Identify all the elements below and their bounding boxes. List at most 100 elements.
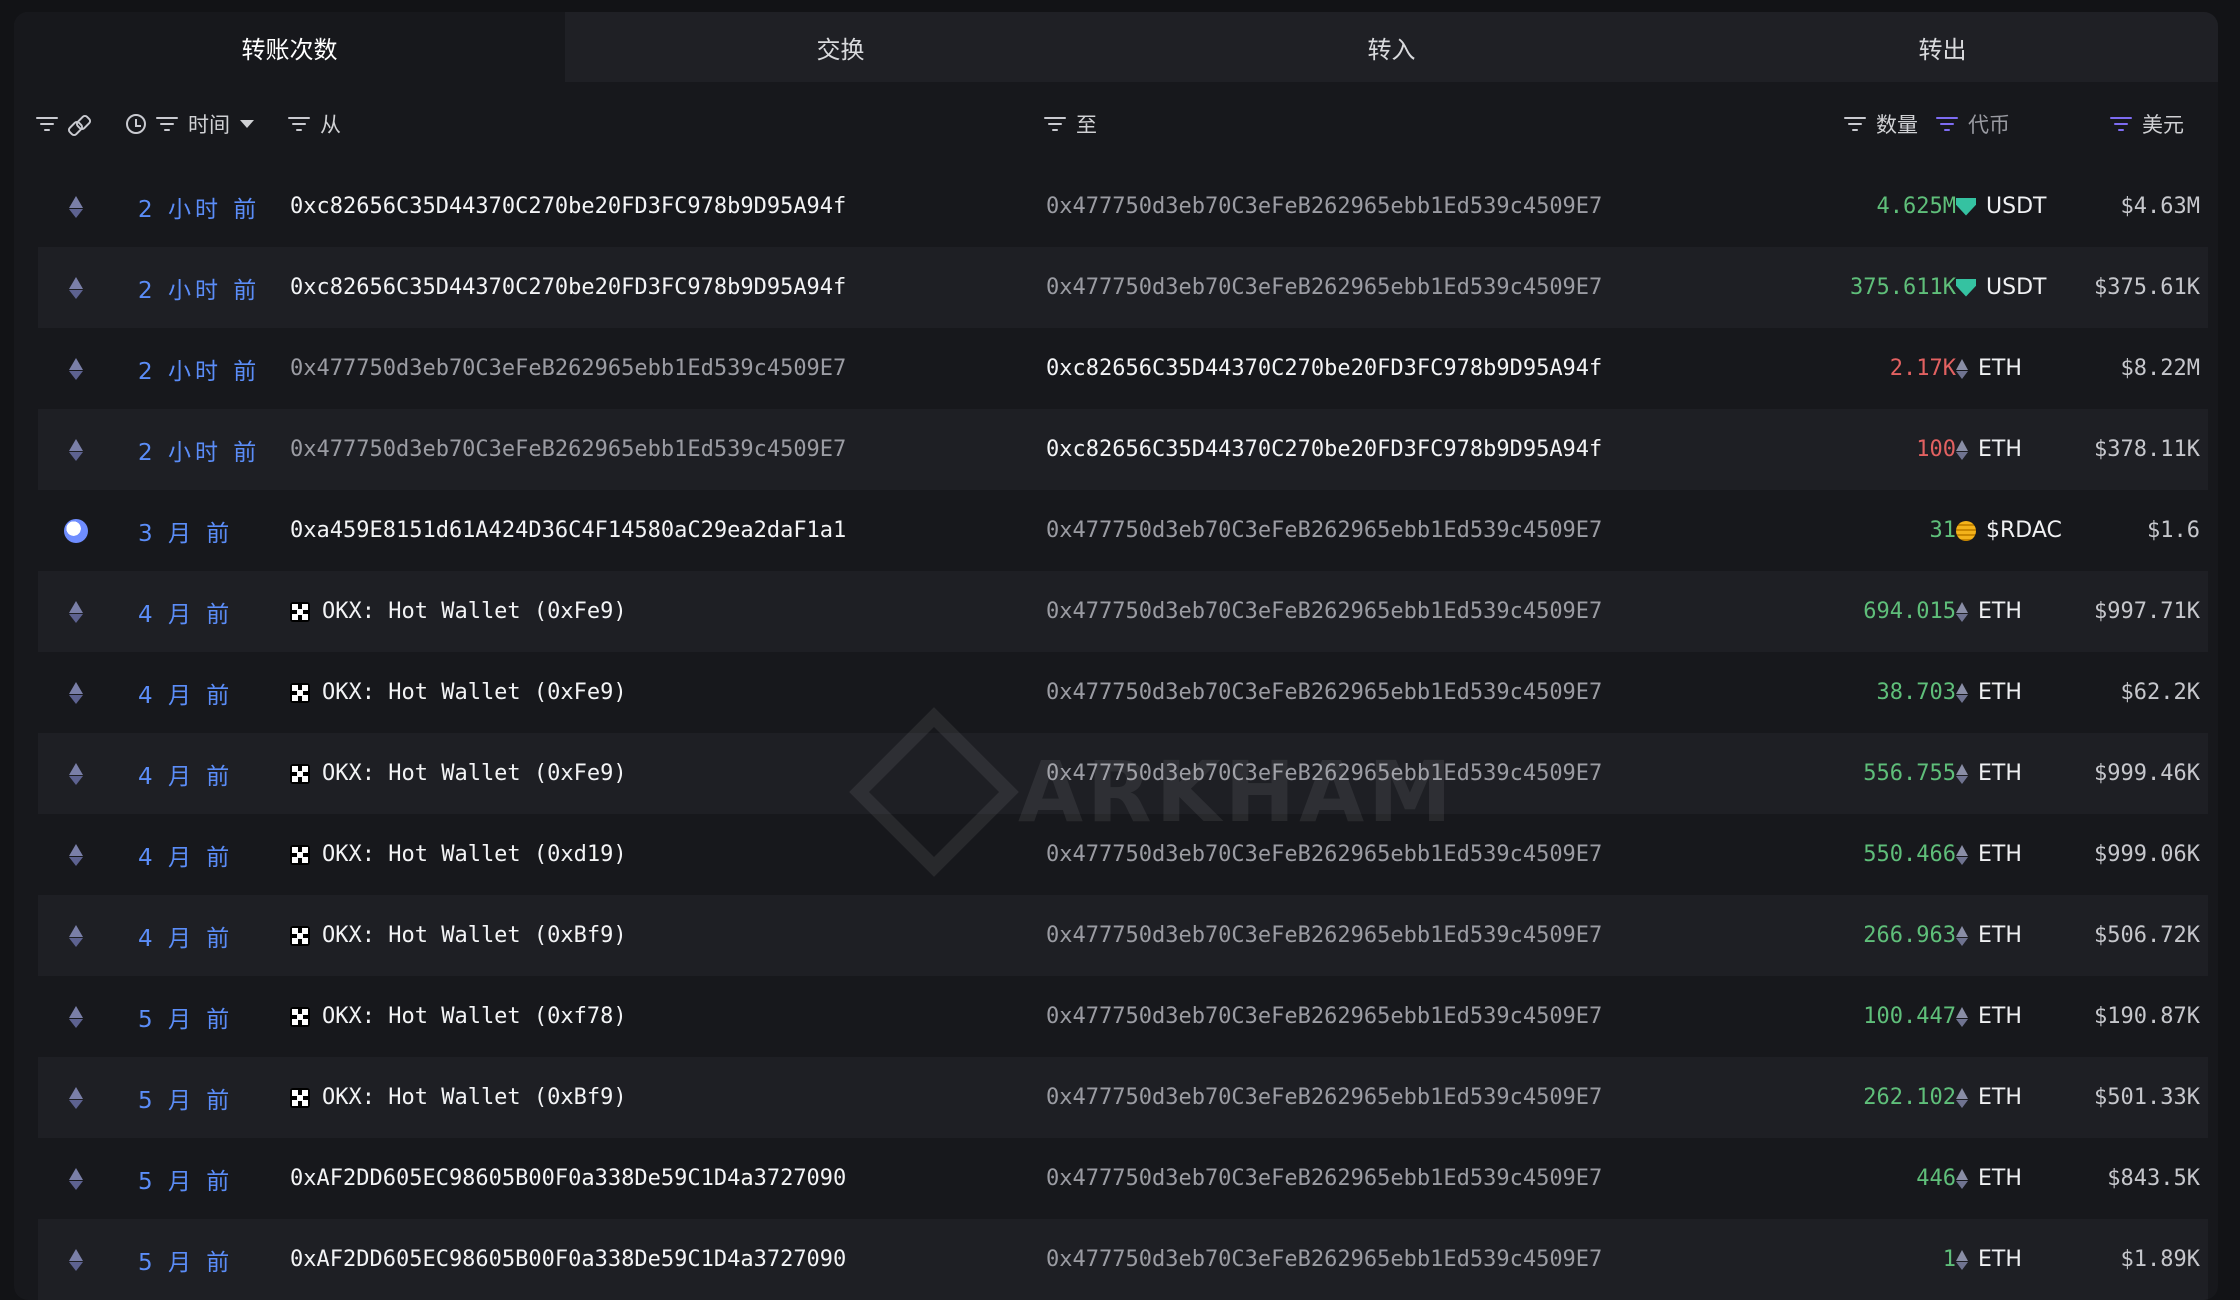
token-cell[interactable]: ETH — [1956, 976, 2022, 1057]
from-address-text[interactable]: 0x477750d3eb70C3eFeB262965ebb1Ed539c4509… — [290, 437, 846, 462]
time-link[interactable]: 4 月 前 — [138, 733, 233, 814]
from-address[interactable]: 0xAF2DD605EC98605B00F0a338De59C1D4a37270… — [290, 1219, 846, 1300]
table-row[interactable]: 5 月 前 OKX: Hot Wallet (0xBf9) 0x477750d3eb… — [38, 1057, 2208, 1138]
token-cell[interactable]: ETH — [1956, 733, 2022, 814]
token-cell[interactable]: ETH — [1956, 571, 2022, 652]
time-link[interactable]: 4 月 前 — [138, 571, 233, 652]
to-address[interactable]: 0x477750d3eb70C3eFeB262965ebb1Ed539c4509… — [1046, 1138, 1602, 1219]
tab-swaps[interactable]: 交换 — [565, 12, 1116, 82]
to-address-text[interactable]: 0x477750d3eb70C3eFeB262965ebb1Ed539c4509… — [1046, 842, 1602, 867]
filter-icon[interactable] — [288, 117, 310, 131]
time-link[interactable]: 2 小时 前 — [138, 328, 260, 409]
token-symbol[interactable]: ETH — [1978, 1247, 2022, 1272]
time-header-label[interactable]: 时间 — [188, 109, 230, 139]
token-cell[interactable]: ETH — [1956, 409, 2022, 490]
from-address[interactable]: 0xAF2DD605EC98605B00F0a338De59C1D4a37270… — [290, 1138, 846, 1219]
from-address[interactable]: 0x477750d3eb70C3eFeB262965ebb1Ed539c4509… — [290, 409, 846, 490]
to-address-text[interactable]: 0xc82656C35D44370C270be20FD3FC978b9D95A9… — [1046, 437, 1602, 462]
to-address[interactable]: 0xc82656C35D44370C270be20FD3FC978b9D95A9… — [1046, 409, 1602, 490]
clock-icon[interactable] — [126, 114, 146, 134]
from-address[interactable]: 0x477750d3eb70C3eFeB262965ebb1Ed539c4509… — [290, 328, 846, 409]
to-address-text[interactable]: 0x477750d3eb70C3eFeB262965ebb1Ed539c4509… — [1046, 194, 1602, 219]
from-address[interactable]: OKX: Hot Wallet (0xFe9) — [290, 571, 627, 652]
tab-outflow[interactable]: 转出 — [1667, 12, 2218, 82]
table-row[interactable]: 3 月 前 0xa459E8151d61A424D36C4F14580aC29ea… — [38, 490, 2208, 571]
from-address[interactable]: 0xc82656C35D44370C270be20FD3FC978b9D95A9… — [290, 166, 846, 247]
from-address-text[interactable]: OKX: Hot Wallet (0xFe9) — [322, 761, 627, 786]
from-address-text[interactable]: 0xAF2DD605EC98605B00F0a338De59C1D4a37270… — [290, 1166, 846, 1191]
to-address-text[interactable]: 0x477750d3eb70C3eFeB262965ebb1Ed539c4509… — [1046, 761, 1602, 786]
table-row[interactable]: 4 月 前 OKX: Hot Wallet (0xFe9) 0x477750d3eb… — [38, 733, 2208, 814]
to-address-text[interactable]: 0x477750d3eb70C3eFeB262965ebb1Ed539c4509… — [1046, 1085, 1602, 1110]
filter-active-icon[interactable] — [1936, 117, 1958, 131]
time-link[interactable]: 3 月 前 — [138, 490, 233, 571]
to-address-text[interactable]: 0x477750d3eb70C3eFeB262965ebb1Ed539c4509… — [1046, 599, 1602, 624]
time-link[interactable]: 4 月 前 — [138, 814, 233, 895]
to-address[interactable]: 0x477750d3eb70C3eFeB262965ebb1Ed539c4509… — [1046, 733, 1602, 814]
to-address-text[interactable]: 0x477750d3eb70C3eFeB262965ebb1Ed539c4509… — [1046, 1004, 1602, 1029]
to-address-text[interactable]: 0x477750d3eb70C3eFeB262965ebb1Ed539c4509… — [1046, 923, 1602, 948]
token-cell[interactable]: USDT — [1956, 247, 2046, 328]
from-address-text[interactable]: 0xc82656C35D44370C270be20FD3FC978b9D95A9… — [290, 194, 846, 219]
from-address-text[interactable]: OKX: Hot Wallet (0xd19) — [322, 842, 627, 867]
token-symbol[interactable]: ETH — [1978, 761, 2022, 786]
table-row[interactable]: 2 小时 前 0x477750d3eb70C3eFeB262965ebb1Ed53… — [38, 328, 2208, 409]
token-symbol[interactable]: ETH — [1978, 1085, 2022, 1110]
from-address[interactable]: OKX: Hot Wallet (0xBf9) — [290, 1057, 627, 1138]
to-address[interactable]: 0x477750d3eb70C3eFeB262965ebb1Ed539c4509… — [1046, 895, 1602, 976]
from-address-text[interactable]: 0xa459E8151d61A424D36C4F14580aC29ea2daF1… — [290, 518, 846, 543]
filter-active-icon[interactable] — [2110, 117, 2132, 131]
link-icon[interactable] — [68, 114, 88, 134]
time-link[interactable]: 2 小时 前 — [138, 409, 260, 490]
to-address[interactable]: 0x477750d3eb70C3eFeB262965ebb1Ed539c4509… — [1046, 814, 1602, 895]
table-row[interactable]: 5 月 前 0xAF2DD605EC98605B00F0a338De59C1D4a… — [38, 1219, 2208, 1300]
from-address[interactable]: 0xc82656C35D44370C270be20FD3FC978b9D95A9… — [290, 247, 846, 328]
token-cell[interactable]: ETH — [1956, 1138, 2022, 1219]
time-link[interactable]: 4 月 前 — [138, 895, 233, 976]
to-address-text[interactable]: 0x477750d3eb70C3eFeB262965ebb1Ed539c4509… — [1046, 680, 1602, 705]
time-link[interactable]: 5 月 前 — [138, 1138, 233, 1219]
to-address[interactable]: 0x477750d3eb70C3eFeB262965ebb1Ed539c4509… — [1046, 1057, 1602, 1138]
to-address-text[interactable]: 0x477750d3eb70C3eFeB262965ebb1Ed539c4509… — [1046, 1247, 1602, 1272]
table-row[interactable]: 5 月 前 OKX: Hot Wallet (0xf78) 0x477750d3eb… — [38, 976, 2208, 1057]
token-symbol[interactable]: USDT — [1986, 275, 2046, 300]
usd-header-label[interactable]: 美元 — [2142, 109, 2184, 139]
token-symbol[interactable]: ETH — [1978, 599, 2022, 624]
from-address-text[interactable]: OKX: Hot Wallet (0xf78) — [322, 1004, 627, 1029]
to-address[interactable]: 0x477750d3eb70C3eFeB262965ebb1Ed539c4509… — [1046, 1219, 1602, 1300]
table-row[interactable]: 4 月 前 OKX: Hot Wallet (0xFe9) 0x477750d3eb… — [38, 571, 2208, 652]
time-link[interactable]: 4 月 前 — [138, 652, 233, 733]
quantity-header-label[interactable]: 数量 — [1876, 109, 1918, 139]
sort-caret-icon[interactable] — [240, 120, 254, 128]
filter-icon[interactable] — [1844, 117, 1866, 131]
to-address-text[interactable]: 0xc82656C35D44370C270be20FD3FC978b9D95A9… — [1046, 356, 1602, 381]
from-address-text[interactable]: 0xAF2DD605EC98605B00F0a338De59C1D4a37270… — [290, 1247, 846, 1272]
tab-transfers[interactable]: 转账次数 — [14, 12, 565, 82]
time-link[interactable]: 5 月 前 — [138, 1219, 233, 1300]
token-symbol[interactable]: ETH — [1978, 680, 2022, 705]
to-address[interactable]: 0xc82656C35D44370C270be20FD3FC978b9D95A9… — [1046, 328, 1602, 409]
to-address[interactable]: 0x477750d3eb70C3eFeB262965ebb1Ed539c4509… — [1046, 490, 1602, 571]
to-address[interactable]: 0x477750d3eb70C3eFeB262965ebb1Ed539c4509… — [1046, 247, 1602, 328]
token-cell[interactable]: $RDAC — [1956, 490, 2062, 571]
token-symbol[interactable]: ETH — [1978, 356, 2022, 381]
time-link[interactable]: 2 小时 前 — [138, 166, 260, 247]
from-address-text[interactable]: OKX: Hot Wallet (0xBf9) — [322, 923, 627, 948]
token-cell[interactable]: ETH — [1956, 895, 2022, 976]
from-address[interactable]: 0xa459E8151d61A424D36C4F14580aC29ea2daF1… — [290, 490, 846, 571]
to-address[interactable]: 0x477750d3eb70C3eFeB262965ebb1Ed539c4509… — [1046, 571, 1602, 652]
time-link[interactable]: 5 月 前 — [138, 976, 233, 1057]
table-row[interactable]: 5 月 前 0xAF2DD605EC98605B00F0a338De59C1D4a… — [38, 1138, 2208, 1219]
table-row[interactable]: 4 月 前 OKX: Hot Wallet (0xFe9) 0x477750d3eb… — [38, 652, 2208, 733]
from-address-text[interactable]: OKX: Hot Wallet (0xFe9) — [322, 599, 627, 624]
to-address[interactable]: 0x477750d3eb70C3eFeB262965ebb1Ed539c4509… — [1046, 976, 1602, 1057]
to-address[interactable]: 0x477750d3eb70C3eFeB262965ebb1Ed539c4509… — [1046, 166, 1602, 247]
token-cell[interactable]: ETH — [1956, 328, 2022, 409]
filter-icon[interactable] — [1044, 117, 1066, 131]
token-symbol[interactable]: ETH — [1978, 923, 2022, 948]
tab-inflow[interactable]: 转入 — [1116, 12, 1667, 82]
token-cell[interactable]: ETH — [1956, 652, 2022, 733]
from-address[interactable]: OKX: Hot Wallet (0xFe9) — [290, 652, 627, 733]
to-address[interactable]: 0x477750d3eb70C3eFeB262965ebb1Ed539c4509… — [1046, 652, 1602, 733]
from-address[interactable]: OKX: Hot Wallet (0xBf9) — [290, 895, 627, 976]
